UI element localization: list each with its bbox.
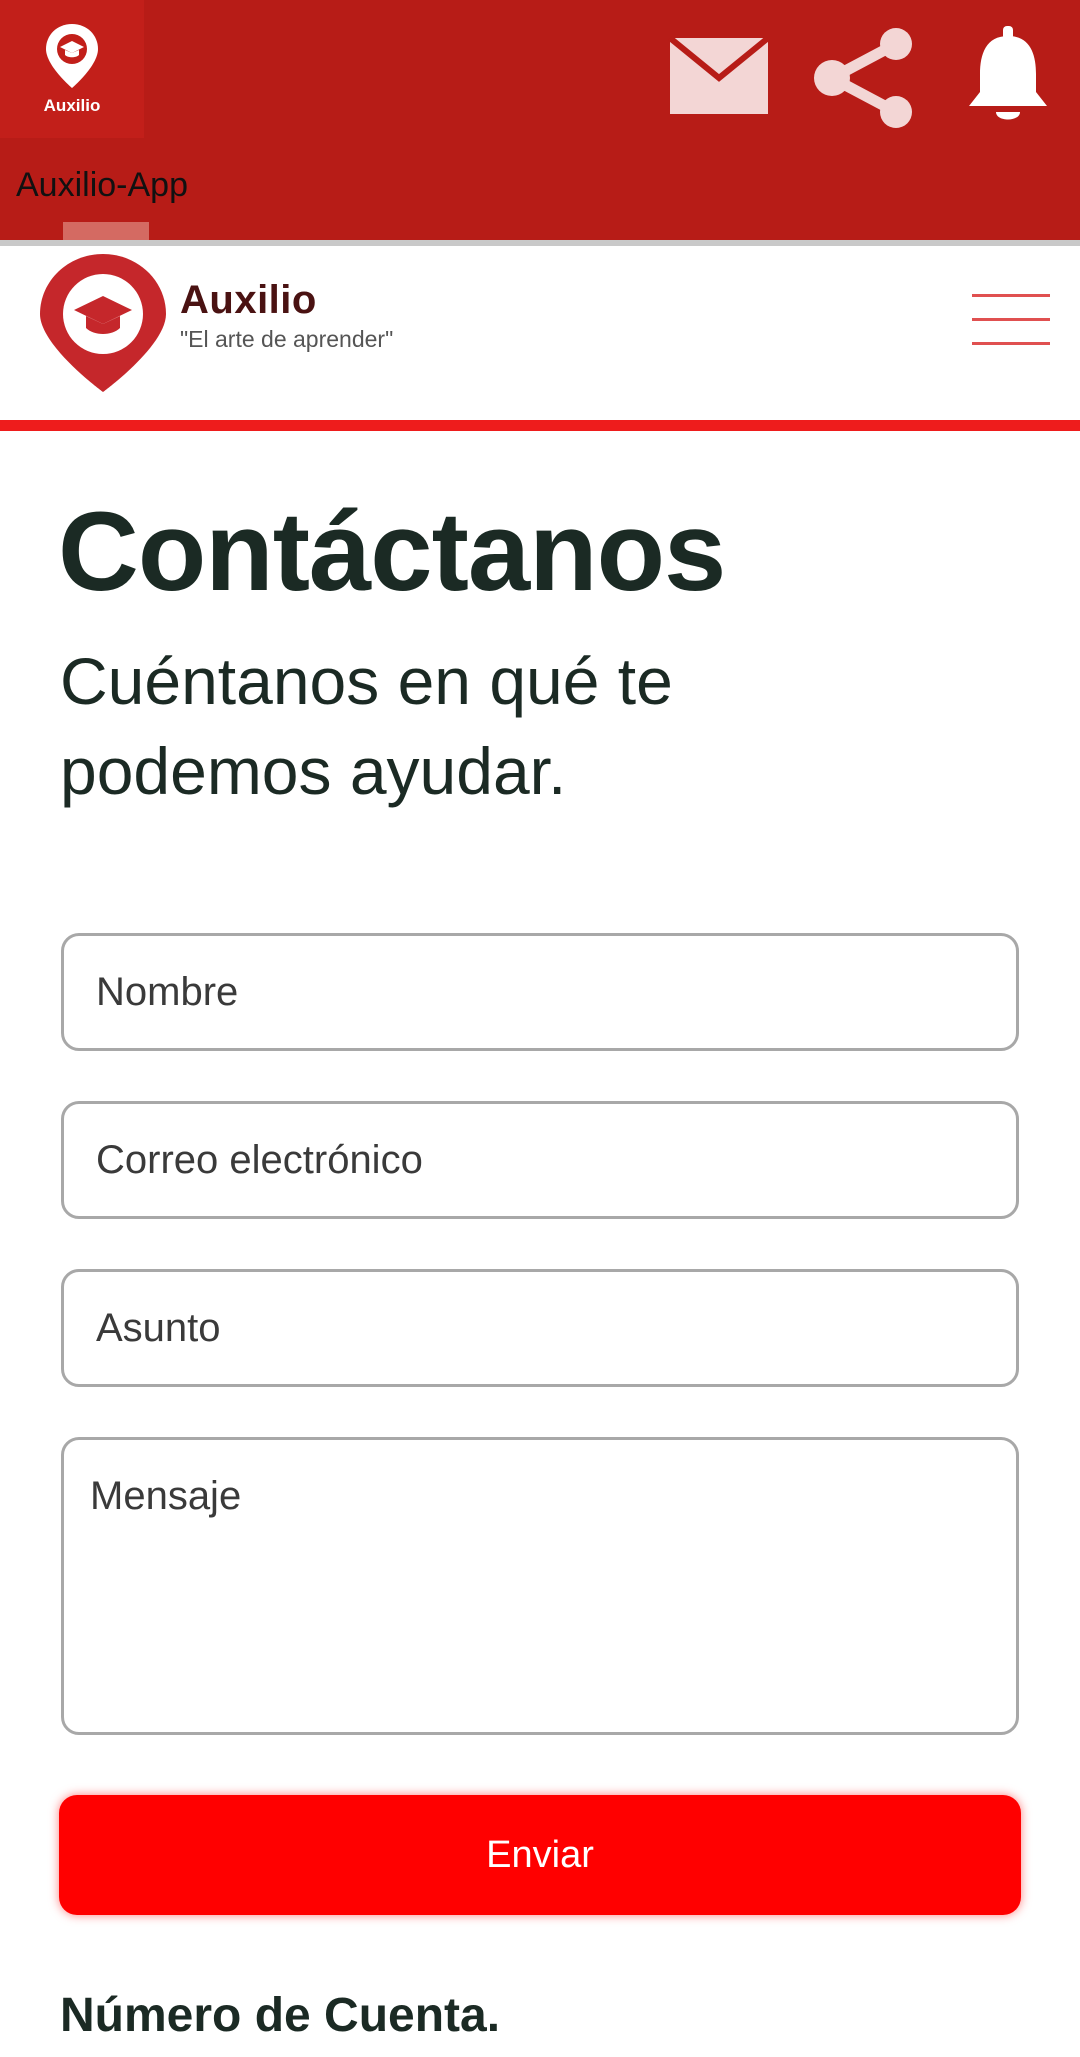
- hamburger-menu-button[interactable]: [966, 290, 1052, 348]
- message-field[interactable]: [61, 1437, 1019, 1735]
- app-title: Auxilio-App: [16, 166, 188, 204]
- app-bar: Auxilio Auxilio-App: [0, 0, 1080, 240]
- app-icon-label: Auxilio: [43, 96, 101, 115]
- account-number-heading: Número de Cuenta.: [60, 1989, 501, 2042]
- subject-field[interactable]: [61, 1269, 1019, 1387]
- share-icon[interactable]: [810, 26, 918, 130]
- submit-button[interactable]: Enviar: [59, 1795, 1021, 1915]
- email-field[interactable]: [61, 1101, 1019, 1219]
- app-icon[interactable]: Auxilio: [0, 0, 144, 138]
- page-title: Contáctanos: [58, 489, 726, 614]
- site-header: Auxilio "El arte de aprender": [0, 246, 1080, 420]
- name-field[interactable]: [61, 933, 1019, 1051]
- auxilio-logo-icon[interactable]: [36, 250, 170, 396]
- brand-name: Auxilio: [180, 278, 317, 322]
- header-accent-line: [0, 420, 1080, 431]
- bell-icon[interactable]: [966, 26, 1050, 126]
- tab-indicator: [63, 222, 149, 240]
- brand-tagline: "El arte de aprender": [180, 326, 394, 352]
- page-subtitle: Cuéntanos en qué te podemos ayudar.: [60, 644, 673, 808]
- mail-icon[interactable]: [668, 26, 770, 122]
- location-pin-graduation-icon: [46, 24, 98, 88]
